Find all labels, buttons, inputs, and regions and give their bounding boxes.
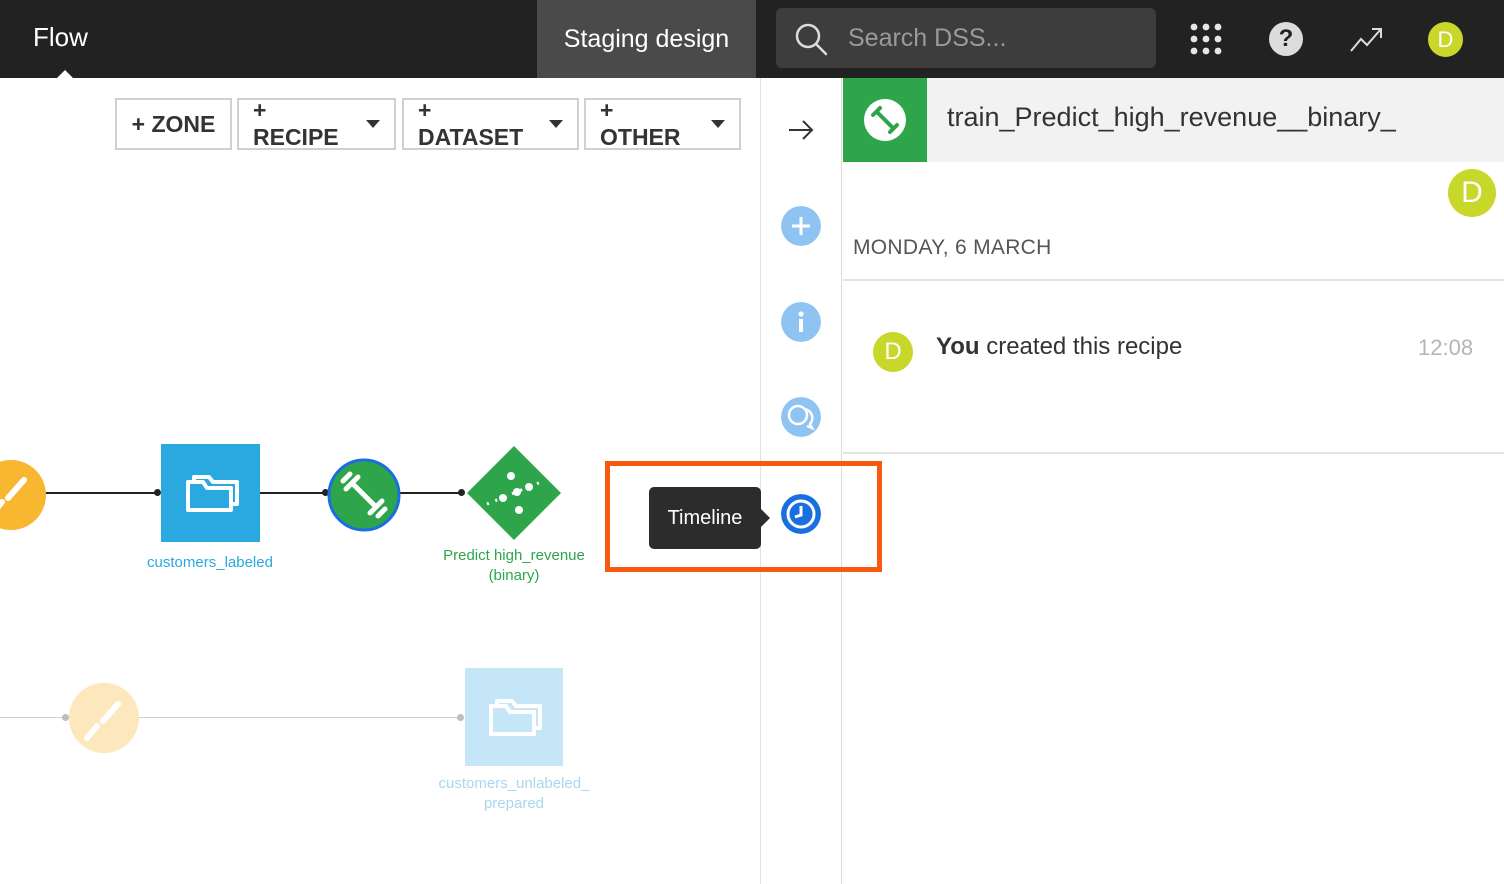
plus-icon[interactable] [781,206,821,246]
timeline-panel: train_Predict_high_revenue__binary_ D MO… [843,78,1504,884]
user-avatar: D [1448,169,1496,217]
timeline-entry-time: 12:08 [1418,335,1474,360]
train-recipe-node[interactable] [326,457,402,533]
add-dataset-label: + DATASET [418,97,524,150]
apps-grid-icon[interactable] [1189,22,1223,56]
info-icon[interactable] [781,302,821,342]
model-label-line2: (binary) [488,567,540,584]
add-recipe-label: + RECIPE [253,97,339,150]
edge-endpoint [458,489,465,496]
user-avatar[interactable]: D [1428,22,1463,57]
search-icon [795,23,828,56]
divider [843,279,1504,281]
search-input[interactable]: Search DSS... [848,24,1006,53]
project-tab[interactable]: Staging design [537,0,756,78]
dataset-label-line1: customers_unlabeled_ [438,775,590,792]
flow-nav-item[interactable]: Flow [33,22,88,53]
top-navigation-bar: Flow Staging design Search DSS... ? D [0,0,1504,78]
add-recipe-button[interactable]: + RECIPE [237,97,396,150]
timeline-date: MONDAY, 6 MARCH [853,236,1052,259]
saved-model-node[interactable] [465,444,563,542]
active-nav-indicator [57,70,73,78]
flow-edge [40,492,158,494]
train-recipe-icon [843,78,927,162]
dataset-node-customers-labeled[interactable] [161,444,260,542]
add-other-label: + OTHER [600,97,681,150]
add-zone-label: + ZONE [131,110,216,137]
model-label-line1: Predict high_revenue [443,547,585,564]
arrow-right-icon[interactable] [787,118,815,142]
flow-edge [260,492,326,494]
edge-endpoint [457,714,464,721]
search-box[interactable]: Search DSS... [776,8,1156,68]
chevron-down-icon [711,120,725,128]
help-icon[interactable]: ? [1269,22,1303,56]
user-avatar: D [873,332,913,372]
add-dataset-button[interactable]: + DATASET [402,97,579,150]
highlight-box [605,461,882,572]
panel-title: train_Predict_high_revenue__binary_ [947,102,1396,132]
flow-edge [0,717,66,718]
discussions-icon[interactable] [781,397,821,437]
edge-endpoint [154,489,161,496]
dataset-label: customers_labeled [147,554,273,571]
trend-icon[interactable] [1349,24,1383,54]
entry-actor: You [936,333,980,360]
add-zone-button[interactable]: + ZONE [115,98,232,150]
flow-edge [138,717,462,718]
add-other-button[interactable]: + OTHER [584,97,741,150]
chevron-down-icon [549,120,563,128]
panel-header: train_Predict_high_revenue__binary_ [843,78,1504,162]
dataset-node-customers-unlabeled[interactable] [465,668,563,766]
flow-edge [400,492,462,494]
timeline-entry-text: You created this recipe [936,333,1182,361]
divider [843,452,1504,454]
entry-action: created this recipe [979,333,1183,360]
chevron-down-icon [366,120,380,128]
prepare-recipe-node[interactable] [0,458,48,532]
dataset-label-line2: prepared [483,795,545,812]
prepare-recipe-node-faded[interactable] [68,682,140,754]
